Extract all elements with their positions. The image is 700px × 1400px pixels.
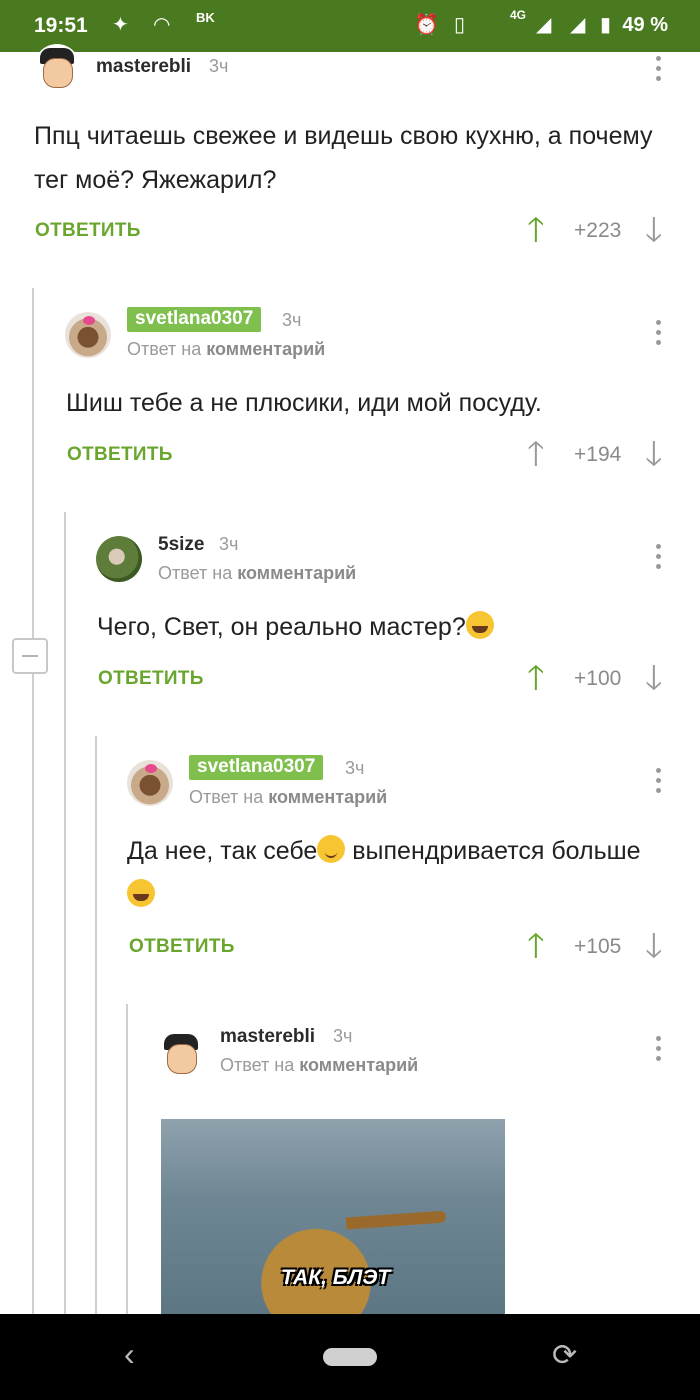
- reply-button[interactable]: ОТВЕТИТЬ: [35, 220, 141, 242]
- comment-time: 3ч: [333, 1026, 353, 1046]
- avatar[interactable]: [158, 1030, 204, 1076]
- comment-time: 3ч: [282, 310, 302, 330]
- arrow-up-icon[interactable]: 🡑: [527, 213, 545, 247]
- reply-button[interactable]: ОТВЕТИТЬ: [98, 668, 204, 690]
- username[interactable]: 5size: [158, 534, 204, 556]
- score: +105: [574, 935, 622, 958]
- arrow-down-icon[interactable]: 🡓: [645, 661, 663, 695]
- network-type: 4G: [510, 8, 527, 22]
- battery-icon: ▮: [600, 14, 612, 36]
- back-icon[interactable]: ‹: [124, 1336, 135, 1373]
- comment-text: Ппц читаешь свежее и видешь свою кухню, …: [34, 122, 653, 194]
- collapse-thread-button[interactable]: [12, 638, 48, 674]
- burger-king-icon: BK: [196, 10, 215, 25]
- thread-line-4: [126, 1004, 128, 1314]
- username[interactable]: masterebli: [220, 1026, 315, 1048]
- score: +100: [574, 667, 622, 690]
- arrow-up-icon[interactable]: 🡑: [527, 437, 545, 471]
- comment-text: Чего, Свет, он реально мастер?: [97, 605, 677, 649]
- battery-percent: 49 %: [622, 14, 668, 36]
- status-time: 19:51: [34, 14, 88, 37]
- reply-to[interactable]: Ответ на комментарий: [189, 787, 387, 808]
- arrow-down-icon[interactable]: 🡓: [645, 929, 663, 963]
- meme-image[interactable]: ТАК, БЛЭТ: [161, 1119, 505, 1314]
- username-badge[interactable]: svetlana0307: [189, 755, 324, 780]
- more-vertical-icon[interactable]: [654, 56, 662, 86]
- comment-time: 3ч: [209, 56, 229, 76]
- username-badge[interactable]: svetlana0307: [127, 307, 262, 332]
- rotate-screen-icon[interactable]: ⟳: [552, 1338, 577, 1373]
- arrow-down-icon[interactable]: 🡓: [645, 437, 663, 471]
- avatar[interactable]: [96, 536, 142, 582]
- laughing-emoji-icon: [465, 611, 494, 639]
- avatar[interactable]: [65, 312, 111, 358]
- more-vertical-icon[interactable]: [654, 320, 662, 350]
- score: +223: [574, 219, 622, 242]
- signal-icon: ◢: [536, 14, 552, 36]
- arrow-down-icon[interactable]: 🡓: [645, 213, 663, 247]
- thread-line-2: [64, 512, 66, 1314]
- reply-to[interactable]: Ответ на комментарий: [220, 1055, 418, 1076]
- vibrate-icon: ▯: [454, 14, 466, 36]
- more-vertical-icon[interactable]: [654, 1036, 662, 1066]
- reply-button[interactable]: ОТВЕТИТЬ: [67, 444, 173, 466]
- image-caption: ТАК, БЛЭТ: [281, 1266, 391, 1289]
- comment-time: 3ч: [219, 534, 239, 554]
- more-vertical-icon[interactable]: [654, 768, 662, 798]
- username[interactable]: masterebli: [96, 56, 191, 78]
- comment-text: Шиш тебе а не плюсики, иди мой посуду.: [66, 389, 542, 417]
- arrow-up-icon[interactable]: 🡑: [527, 929, 545, 963]
- reply-button[interactable]: ОТВЕТИТЬ: [129, 936, 235, 958]
- comment-time: 3ч: [345, 758, 365, 778]
- status-bar: 19:51 ✦ ◠ BK ⏰ ▯ 4G ◢ ◢ ▮ 49 %: [0, 0, 700, 52]
- thread-line-3: [95, 736, 97, 1314]
- navigation-bar: ‹ ⟳: [0, 1314, 700, 1400]
- rofl-emoji-icon: [127, 879, 155, 907]
- smile-emoji-icon: [317, 835, 346, 863]
- comment-text: Да нее, так себе выпендривается больше: [127, 829, 657, 917]
- score: +194: [574, 443, 622, 466]
- reply-to[interactable]: Ответ на комментарий: [158, 563, 356, 584]
- avatar[interactable]: [34, 44, 80, 90]
- notification-icon: ✦: [112, 14, 129, 36]
- rss-icon: ◠: [153, 14, 171, 36]
- home-pill-icon[interactable]: [323, 1348, 377, 1366]
- signal-2-icon: ◢: [570, 14, 586, 36]
- reply-to[interactable]: Ответ на комментарий: [127, 339, 325, 360]
- thread-line-1: [32, 288, 34, 1314]
- avatar[interactable]: [127, 760, 173, 806]
- alarm-icon: ⏰: [414, 14, 439, 36]
- arrow-up-icon[interactable]: 🡑: [527, 661, 545, 695]
- more-vertical-icon[interactable]: [654, 544, 662, 574]
